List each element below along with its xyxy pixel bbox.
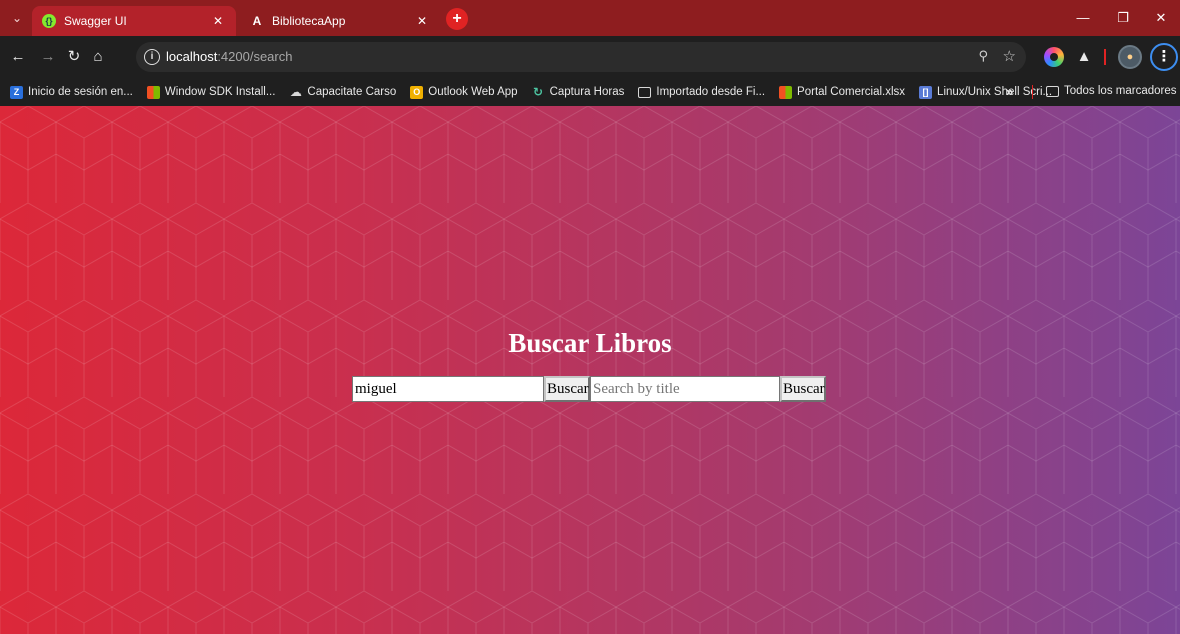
bookmark-label: Window SDK Install... [164,86,276,98]
tab-swagger-ui[interactable]: {} Swagger UI ✕ [32,6,236,36]
close-icon[interactable]: ✕ [414,14,430,28]
all-bookmarks-label: Todos los marcadores [1064,85,1177,97]
new-tab-button[interactable]: + [446,8,468,30]
address-bar[interactable]: i localhost:4200/search ⚲ ☆ [136,42,1026,72]
zoho-icon: Z [10,85,23,99]
captura-icon: ↻ [533,84,544,99]
window-close-icon[interactable]: ✕ [1142,0,1180,36]
bookmark-label: Portal Comercial.xlsx [797,86,906,98]
microsoft-icon [146,85,160,99]
cloud-icon: ☁ [289,84,302,99]
page-content: Buscar Libros Buscar Buscar [0,106,1180,634]
bookmark-item[interactable]: Window SDK Install... [146,85,276,99]
url-host: localhost [166,49,218,64]
toolbar-divider [1104,49,1106,65]
folder-icon [1046,85,1059,97]
all-bookmarks-folder[interactable]: Todos los marcadores [1046,85,1177,97]
extensions-puzzle-icon[interactable]: ▲ [1074,47,1094,67]
tab-search-icon[interactable]: ⌄ [8,9,26,27]
bookmark-item[interactable]: Portal Comercial.xlsx [779,85,906,99]
reload-icon[interactable]: ↻ [64,47,84,67]
bookmarks-divider [1032,85,1033,99]
outlook-icon: O [410,85,424,99]
bookmark-label: Linux/Unix Shell Scri... [937,86,1053,98]
more-menu-icon[interactable]: ⋮ [1150,43,1178,71]
url-path: :4200/search [217,49,293,64]
author-search-input[interactable] [352,376,544,402]
home-icon[interactable]: ⌂ [88,47,108,67]
title-search-input[interactable] [590,376,780,402]
linux-icon: [] [919,85,933,99]
bookmark-star-icon[interactable]: ☆ [1003,47,1016,65]
tab-strip: ⌄ {} Swagger UI ✕ A BibliotecaApp ✕ + — … [0,0,1180,36]
search-form: Buscar Buscar [352,376,826,402]
cube-pattern-background [0,106,1180,634]
bookmark-label: Inicio de sesión en... [28,86,133,98]
bookmark-label: Capacitate Carso [307,86,397,98]
site-info-icon[interactable]: i [144,49,160,65]
tab-title: Swagger UI [64,14,127,28]
restore-icon[interactable]: ❐ [1104,0,1142,36]
profile-avatar[interactable]: ● [1118,45,1142,69]
title-search-button[interactable]: Buscar [780,376,826,402]
microsoft-icon [779,85,793,99]
page-title: Buscar Libros [508,328,672,358]
bookmark-item[interactable]: ↻ Captura Horas [532,84,625,99]
bookmarks-overflow-icon[interactable]: » [1006,84,1013,99]
bookmark-item[interactable]: Importado desde Fi... [638,86,765,98]
back-arrow-icon[interactable]: ← [8,47,28,67]
tab-bibliotecaapp[interactable]: A BibliotecaApp ✕ [240,6,440,36]
bookmark-item[interactable]: O Outlook Web App [410,85,518,99]
tab-title: BibliotecaApp [272,14,346,28]
swagger-icon: {} [42,14,56,28]
bookmark-label: Importado desde Fi... [656,86,766,98]
folder-icon [638,86,652,98]
browser-toolbar: ← → ↻ ⌂ i localhost:4200/search ⚲ ☆ ▲ ● … [0,36,1180,78]
bookmark-label: Captura Horas [549,86,625,98]
url-text[interactable]: localhost:4200/search [166,49,292,64]
minimize-icon[interactable]: — [1064,0,1102,36]
copilot-icon[interactable] [1044,47,1064,67]
bookmarks-bar: Z Inicio de sesión en... Window SDK Insta… [0,78,1180,106]
bookmark-item[interactable]: Z Inicio de sesión en... [10,85,133,99]
forward-arrow-icon[interactable]: → [38,47,58,67]
bookmark-item[interactable]: ☁ Capacitate Carso [289,84,397,99]
angular-icon: A [252,14,262,28]
bookmark-label: Outlook Web App [428,86,518,98]
close-icon[interactable]: ✕ [210,14,226,28]
zoom-icon[interactable]: ⚲ [978,48,988,64]
author-search-button[interactable]: Buscar [544,376,590,402]
